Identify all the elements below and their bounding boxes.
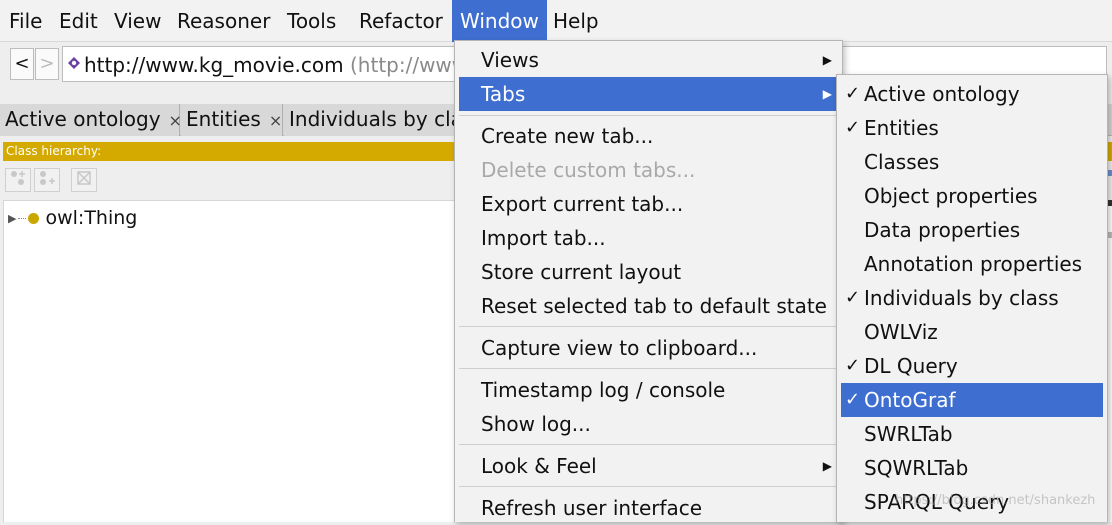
submenu-item-annotation-properties[interactable]: Annotation properties [841,247,1103,281]
back-button[interactable]: < [10,48,34,80]
menu-item-tabs[interactable]: Tabs ▶ [459,77,838,111]
menu-item-capture-view[interactable]: Capture view to clipboard... [459,331,838,365]
submenu-item-swrltab[interactable]: SWRLTab [841,417,1103,451]
submenu-item-object-properties[interactable]: Object properties [841,179,1103,213]
check-icon: ✓ [845,389,861,410]
menu-reasoner[interactable]: Reasoner [169,0,278,42]
submenu-item-data-properties[interactable]: Data properties [841,213,1103,247]
submenu-item-individuals-by-class[interactable]: ✓ Individuals by class [841,281,1103,315]
submenu-item-active-ontology[interactable]: ✓ Active ontology [841,77,1103,111]
delete-class-icon [77,171,91,185]
menu-item-look-and-feel[interactable]: Look & Feel ▶ [459,449,838,483]
check-icon: ✓ [845,355,861,376]
tab-label: Entities [186,107,261,131]
add-subclass-icon [11,171,25,185]
tab-active-ontology[interactable]: Active ontology × [0,104,182,136]
tabs-submenu: ✓ Active ontology ✓ Entities Classes Objec… [836,74,1108,522]
menu-item-export-current-tab[interactable]: Export current tab... [459,187,838,221]
menu-item-delete-custom-tabs: Delete custom tabs... [481,158,696,182]
delete-class-button[interactable] [71,168,97,192]
menu-help[interactable]: Help [545,0,607,42]
submenu-item-dl-query[interactable]: ✓ DL Query [841,349,1103,383]
check-icon: ✓ [845,287,861,308]
tree-node-owl-thing[interactable]: ▶ owl:Thing [8,207,138,229]
ontology-iri: http://www.kg_movie.com [84,53,344,77]
menu-separator [459,326,838,327]
ontology-icon [68,57,80,69]
watermark: https://blog.csdn.net/shankezh [895,493,1096,508]
menu-bar: File Edit View Reasoner Tools Refactor W… [0,0,1112,42]
submenu-arrow-icon: ▶ [822,459,832,473]
add-sibling-class-button[interactable] [34,168,60,192]
submenu-item-ontograf[interactable]: ✓ OntoGraf [841,383,1103,417]
menu-view[interactable]: View [106,0,169,42]
add-subclass-button[interactable] [5,168,31,192]
submenu-arrow-icon: ▶ [822,87,832,101]
close-icon[interactable]: × [269,111,282,130]
submenu-item-sqwrltab[interactable]: SQWRLTab [841,451,1103,485]
menu-item-timestamp-log[interactable]: Timestamp log / console [459,373,838,407]
menu-item-reset-selected-tab[interactable]: Reset selected tab to default state [459,289,838,323]
close-icon[interactable]: × [169,111,182,130]
add-sibling-icon [40,171,55,185]
menu-item-create-new-tab[interactable]: Create new tab... [459,119,838,153]
submenu-item-entities[interactable]: ✓ Entities [841,111,1103,145]
tab-label: Individuals by cla [289,107,463,131]
menu-separator [459,368,838,369]
menu-item-views[interactable]: Views ▶ [459,43,838,77]
submenu-arrow-icon: ▶ [822,53,832,67]
menu-file[interactable]: File [1,0,50,42]
tab-entities[interactable]: Entities × [181,104,283,136]
check-icon: ✓ [845,83,861,104]
submenu-item-classes[interactable]: Classes [841,145,1103,179]
submenu-item-owlviz[interactable]: OWLViz [841,315,1103,349]
class-icon [28,213,40,224]
tree-node-label: owl:Thing [45,207,138,229]
menu-separator [459,486,838,487]
tab-label: Active ontology [5,107,161,131]
menu-item-refresh-ui[interactable]: Refresh user interface [459,491,838,525]
tree-connector [18,218,27,219]
menu-item-show-log[interactable]: Show log... [459,407,838,441]
check-icon: ✓ [845,117,861,138]
menu-item-import-tab[interactable]: Import tab... [459,221,838,255]
menu-window[interactable]: Window [452,0,547,42]
menu-tools[interactable]: Tools [279,0,344,42]
tab-individuals-by-class[interactable]: Individuals by cla [284,104,463,136]
menu-refactor[interactable]: Refactor [351,0,451,42]
menu-item-store-current-layout[interactable]: Store current layout [459,255,838,289]
menu-separator [459,444,838,445]
menu-edit[interactable]: Edit [51,0,106,42]
menu-separator [459,115,838,116]
window-menu: Views ▶ Tabs ▶ Create new tab... Delete cu… [454,40,843,522]
expand-arrow-icon[interactable]: ▶ [8,212,16,225]
forward-button[interactable]: > [35,48,59,80]
